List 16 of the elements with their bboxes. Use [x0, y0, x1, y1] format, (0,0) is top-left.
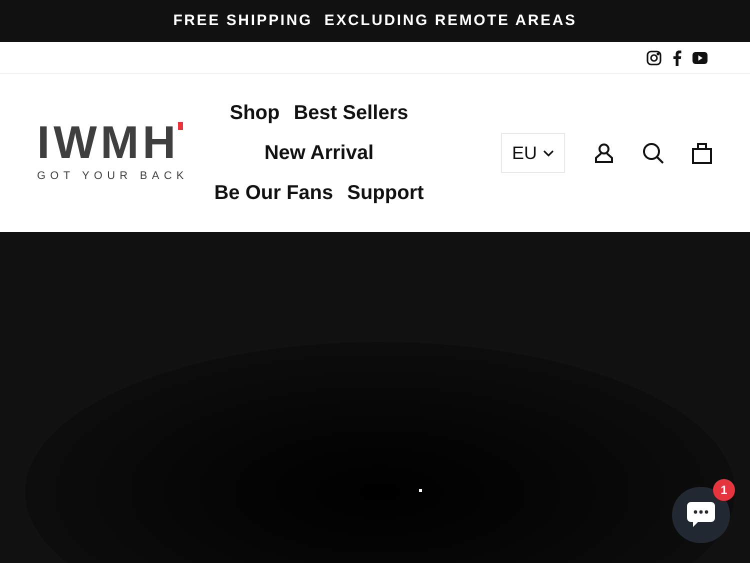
nav-link[interactable]: Be Our Fans: [214, 180, 334, 206]
nav-link[interactable]: New Arrival: [264, 140, 374, 166]
youtube-icon[interactable]: [692, 50, 708, 64]
facebook-icon[interactable]: [672, 50, 682, 66]
chevron-down-icon: [543, 150, 554, 156]
search-icon[interactable]: [642, 142, 664, 164]
account-icon[interactable]: [593, 142, 615, 164]
nav-link[interactable]: Support: [347, 180, 424, 206]
instagram-icon[interactable]: [646, 50, 662, 66]
chat-bubble-icon: [686, 501, 716, 529]
region-selector[interactable]: EU: [500, 133, 565, 173]
nav-link[interactable]: Best Sellers: [294, 100, 408, 126]
bag-icon[interactable]: [691, 142, 713, 164]
nav-link[interactable]: Shop: [230, 100, 280, 126]
brand-logo[interactable]: IWMH GOT YOUR BACK: [37, 122, 185, 184]
announcement-text: FREE SHIPPING EXCLUDING REMOTE AREAS: [173, 10, 577, 31]
